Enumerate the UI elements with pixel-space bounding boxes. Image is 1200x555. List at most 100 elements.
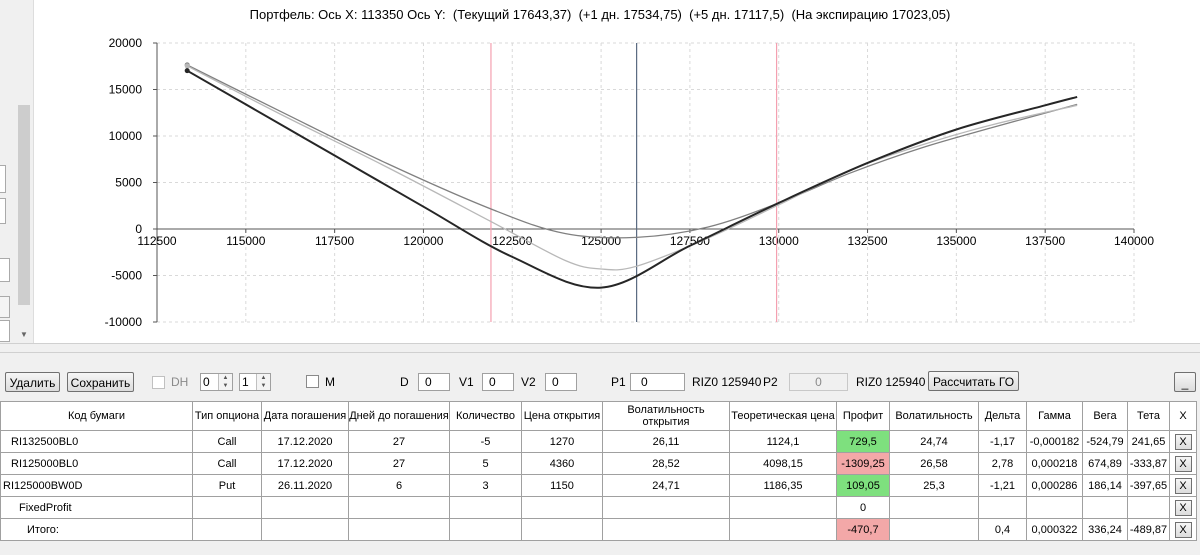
cell-theo[interactable] [729, 518, 837, 541]
cell-open-price[interactable]: 1150 [521, 474, 603, 497]
remove-row-button[interactable]: X [1174, 499, 1192, 516]
m-checkbox[interactable] [306, 375, 319, 388]
cell-date[interactable]: 17.12.2020 [261, 430, 349, 453]
remove-row-button[interactable]: X [1174, 521, 1192, 538]
col-header-vol[interactable]: Волатильность [889, 401, 979, 431]
cell-theo[interactable]: 1124,1 [729, 430, 837, 453]
col-header-date[interactable]: Дата погашения [261, 401, 349, 431]
cell-open-vol[interactable] [602, 496, 730, 519]
cell-theo[interactable] [729, 496, 837, 519]
cell-open-price[interactable] [521, 496, 603, 519]
remove-row-button[interactable]: X [1174, 477, 1192, 494]
remove-row-button[interactable]: X [1174, 455, 1192, 472]
cell-type[interactable]: Call [192, 430, 262, 453]
cell-profit[interactable]: 109,05 [836, 474, 890, 497]
cell-qty[interactable]: -5 [449, 430, 522, 453]
cell-open-price[interactable]: 1270 [521, 430, 603, 453]
cell-theta[interactable] [1127, 496, 1170, 519]
cell-profit[interactable]: 0 [836, 496, 890, 519]
v1-input[interactable]: 0 [482, 373, 514, 391]
col-header-days[interactable]: Дней до погашения [348, 401, 450, 431]
cell-vol[interactable]: 25,3 [889, 474, 979, 497]
cell-gamma[interactable]: -0,000182 [1026, 430, 1083, 453]
cell-code[interactable]: RI125000BL0 [0, 452, 193, 475]
total-row[interactable]: Итого: -470,7 0,4 0,000322 336,24 -489,8… [0, 518, 1197, 541]
cell-gamma[interactable] [1026, 496, 1083, 519]
p1-input[interactable]: 0 [630, 373, 685, 391]
cell-profit[interactable]: 729,5 [836, 430, 890, 453]
d-input[interactable]: 0 [418, 373, 450, 391]
cell-type[interactable]: Put [192, 474, 262, 497]
delete-button[interactable]: Удалить [5, 372, 60, 392]
cell-profit[interactable]: -470,7 [836, 518, 890, 541]
cell-theta[interactable]: 241,65 [1127, 430, 1170, 453]
cell-open-vol[interactable]: 28,52 [602, 452, 730, 475]
dh-spin-2[interactable]: 1 ▲ ▼ [239, 373, 271, 391]
fixed-profit-row[interactable]: FixedProfit 0 X [0, 496, 1197, 519]
cell-days[interactable]: 6 [348, 474, 450, 497]
cell-vega[interactable]: 186,14 [1082, 474, 1128, 497]
spin-down-icon[interactable]: ▼ [256, 382, 270, 390]
cell-date[interactable] [261, 496, 349, 519]
cell-vol[interactable] [889, 496, 979, 519]
cell-gamma[interactable]: 0,000286 [1026, 474, 1083, 497]
cell-date[interactable] [261, 518, 349, 541]
table-row[interactable]: RI132500BL0 Call 17.12.2020 27 -5 1270 2… [0, 430, 1197, 453]
col-header-theta[interactable]: Тета [1127, 401, 1170, 431]
cell-open-vol[interactable] [602, 518, 730, 541]
cell-theo[interactable]: 4098,15 [729, 452, 837, 475]
cell-code[interactable]: FixedProfit [0, 496, 193, 519]
remove-row-button[interactable]: X [1174, 433, 1192, 450]
cell-qty[interactable] [449, 518, 522, 541]
cell-code[interactable]: RI125000BW0D [0, 474, 193, 497]
cell-code[interactable]: Итого: [0, 518, 193, 541]
cell-open-vol[interactable]: 24,71 [602, 474, 730, 497]
cell-vega[interactable] [1082, 496, 1128, 519]
cell-vol[interactable] [889, 518, 979, 541]
cell-delta[interactable]: 2,78 [978, 452, 1027, 475]
cell-gamma[interactable]: 0,000322 [1026, 518, 1083, 541]
cell-gamma[interactable]: 0,000218 [1026, 452, 1083, 475]
cell-qty[interactable]: 5 [449, 452, 522, 475]
cell-days[interactable] [348, 518, 450, 541]
v2-input[interactable]: 0 [545, 373, 577, 391]
cell-delta[interactable]: 0,4 [978, 518, 1027, 541]
dh-spin-1[interactable]: 0 ▲ ▼ [200, 373, 233, 391]
col-header-vega[interactable]: Вега [1082, 401, 1128, 431]
cell-type[interactable] [192, 518, 262, 541]
col-header-type[interactable]: Тип опциона [192, 401, 262, 431]
col-header-delta[interactable]: Дельта [978, 401, 1027, 431]
cell-delta[interactable] [978, 496, 1027, 519]
cell-type[interactable]: Call [192, 452, 262, 475]
cell-open-price[interactable] [521, 518, 603, 541]
cell-vega[interactable]: -524,79 [1082, 430, 1128, 453]
cell-qty[interactable]: 3 [449, 474, 522, 497]
cell-theo[interactable]: 1186,35 [729, 474, 837, 497]
minimize-button[interactable]: _ [1174, 372, 1196, 392]
cell-days[interactable] [348, 496, 450, 519]
cell-theta[interactable]: -333,87 [1127, 452, 1170, 475]
cell-theta[interactable]: -397,65 [1127, 474, 1170, 497]
cell-days[interactable]: 27 [348, 430, 450, 453]
dh-checkbox[interactable] [152, 376, 165, 389]
calc-go-button[interactable]: Рассчитать ГО [928, 371, 1019, 391]
cell-date[interactable]: 17.12.2020 [261, 452, 349, 475]
cell-code[interactable]: RI132500BL0 [0, 430, 193, 453]
col-header-gamma[interactable]: Гамма [1026, 401, 1083, 431]
cell-type[interactable] [192, 496, 262, 519]
spin-down-icon[interactable]: ▼ [218, 382, 232, 390]
horizontal-splitter[interactable] [0, 343, 1200, 353]
col-header-open-vol[interactable]: Волатильность открытия [602, 401, 730, 431]
col-header-qty[interactable]: Количество [449, 401, 522, 431]
cell-vol[interactable]: 26,58 [889, 452, 979, 475]
col-header-theo[interactable]: Теоретическая цена [729, 401, 837, 431]
spin-up-icon[interactable]: ▲ [218, 374, 232, 382]
p2-input[interactable]: 0 [789, 373, 848, 391]
cell-days[interactable]: 27 [348, 452, 450, 475]
cell-theta[interactable]: -489,87 [1127, 518, 1170, 541]
cell-open-price[interactable]: 4360 [521, 452, 603, 475]
save-button[interactable]: Сохранить [67, 372, 134, 392]
cell-vol[interactable]: 24,74 [889, 430, 979, 453]
col-header-x[interactable]: X [1169, 401, 1197, 431]
table-row[interactable]: RI125000BL0 Call 17.12.2020 27 5 4360 28… [0, 452, 1197, 475]
